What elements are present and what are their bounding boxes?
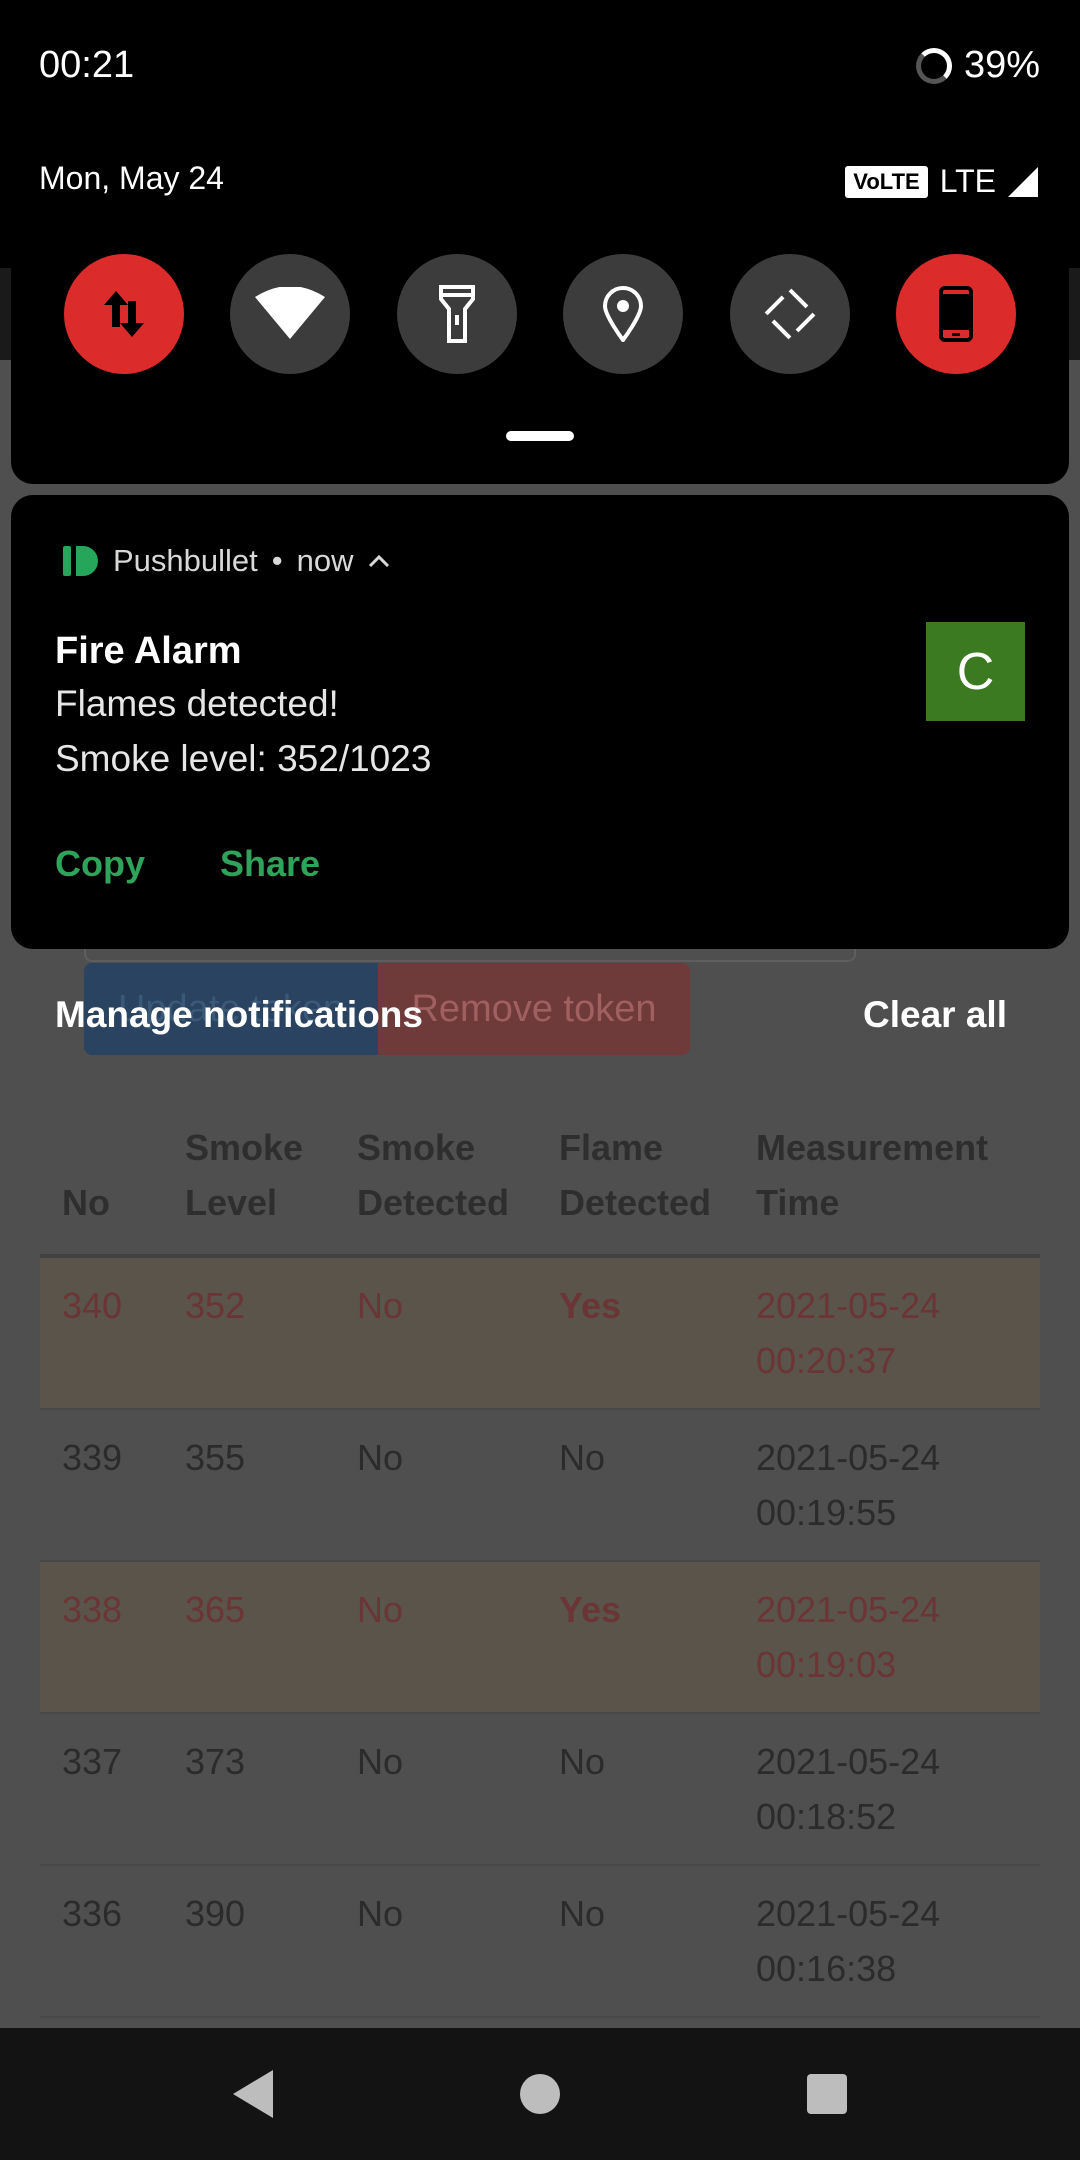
table-row: 336 390 No No 2021-05-24 00:16:38 — [40, 1865, 1040, 2018]
quick-tiles — [64, 254, 1016, 374]
date-label[interactable]: Mon, May 24 — [39, 160, 224, 197]
flashlight-tile[interactable] — [396, 254, 517, 374]
status-time: 00:21 — [39, 44, 135, 86]
column-header-smoke-detected: Smoke Detected — [335, 1110, 537, 1258]
cell-smoke-detected: No — [335, 1256, 537, 1410]
notification-text-line: Flames detected! — [55, 683, 339, 724]
sender-avatar: C — [926, 622, 1025, 721]
phone-icon — [938, 286, 973, 342]
cell-flame-detected: Yes — [537, 1256, 734, 1410]
notification-time: now — [296, 543, 354, 578]
cell-smoke-level: 390 — [163, 1865, 335, 2018]
notification-card[interactable]: Pushbullet • now Fire Alarm Flames detec… — [11, 495, 1069, 949]
battery-indicator: 39% — [915, 44, 1040, 87]
wifi-tile[interactable] — [230, 254, 351, 374]
share-button[interactable]: Share — [220, 843, 320, 885]
battery-icon — [915, 47, 952, 84]
back-icon[interactable] — [233, 2070, 274, 2118]
cell-flame-detected: Yes — [537, 1561, 734, 1714]
table-row: 337 373 No No 2021-05-24 00:18:52 — [40, 1713, 1040, 1866]
cell-smoke-detected: No — [335, 1713, 537, 1866]
notification-app-name: Pushbullet — [113, 543, 258, 578]
home-icon[interactable] — [519, 2074, 560, 2114]
notification-separator: • — [271, 543, 283, 578]
column-header-no: No — [40, 1110, 163, 1258]
chevron-up-icon[interactable] — [368, 554, 390, 568]
network-type: LTE — [939, 163, 996, 199]
cell-smoke-detected: No — [335, 1865, 537, 2018]
cell-no: 338 — [40, 1561, 163, 1714]
cell-flame-detected: No — [537, 1409, 734, 1562]
pushbullet-icon — [63, 545, 99, 577]
cell-smoke-detected: No — [335, 1409, 537, 1562]
table-row: 340 352 No Yes 2021-05-24 00:20:37 — [40, 1256, 1040, 1410]
cell-smoke-level: 365 — [163, 1561, 335, 1714]
notification-title: Fire Alarm — [55, 630, 242, 672]
notification-text-line: Smoke level: 352/1023 — [55, 738, 432, 779]
phone-tile[interactable] — [895, 254, 1016, 374]
cell-measurement-time: 2021-05-24 00:19:55 — [734, 1409, 1040, 1562]
notification-header[interactable]: Pushbullet • now — [63, 543, 390, 579]
cell-no: 337 — [40, 1713, 163, 1866]
cell-flame-detected: No — [537, 1865, 734, 2018]
table-row: 338 365 No Yes 2021-05-24 00:19:03 — [40, 1561, 1040, 1714]
shade-drag-handle[interactable] — [506, 431, 574, 441]
table-row: 339 355 No No 2021-05-24 00:19:55 — [40, 1409, 1040, 1562]
location-tile[interactable] — [563, 254, 684, 374]
cell-smoke-level: 355 — [163, 1409, 335, 1562]
flashlight-icon — [438, 285, 475, 343]
measurements-table: No Smoke Level Smoke Detected Flame Dete… — [40, 1110, 1040, 2018]
manage-notifications-button[interactable]: Manage notifications — [55, 994, 423, 1036]
navigation-bar — [0, 2028, 1080, 2160]
cell-smoke-level: 352 — [163, 1256, 335, 1410]
auto-rotate-icon — [762, 287, 817, 341]
cell-smoke-level: 373 — [163, 1713, 335, 1866]
cell-measurement-time: 2021-05-24 00:20:37 — [734, 1256, 1040, 1410]
cell-measurement-time: 2021-05-24 00:16:38 — [734, 1865, 1040, 2018]
copy-button[interactable]: Copy — [55, 843, 145, 885]
mobile-data-tile[interactable] — [64, 254, 184, 374]
clear-all-button[interactable]: Clear all — [863, 994, 1007, 1036]
table-header-row: No Smoke Level Smoke Detected Flame Dete… — [40, 1110, 1040, 1258]
auto-rotate-tile[interactable] — [729, 254, 850, 374]
volte-icon: VoLTE — [845, 165, 928, 198]
cell-no: 340 — [40, 1256, 163, 1410]
column-header-flame-detected: Flame Detected — [537, 1110, 734, 1258]
cell-measurement-time: 2021-05-24 00:18:52 — [734, 1713, 1040, 1866]
cell-flame-detected: No — [537, 1713, 734, 1866]
cell-smoke-detected: No — [335, 1561, 537, 1714]
mobile-data-icon — [104, 291, 144, 337]
cell-no: 336 — [40, 1865, 163, 2018]
wifi-icon — [255, 287, 326, 339]
cell-no: 339 — [40, 1409, 163, 1562]
signal-icon — [1008, 166, 1038, 197]
column-header-measurement-time: Measurement Time — [734, 1110, 1040, 1258]
network-status: VoLTE LTE — [845, 163, 1038, 200]
column-header-smoke-level: Smoke Level — [163, 1110, 335, 1258]
recents-icon[interactable] — [806, 2074, 847, 2114]
remove-token-button[interactable]: Remove token — [378, 963, 690, 1055]
battery-percent: 39% — [963, 44, 1040, 86]
cell-measurement-time: 2021-05-24 00:19:03 — [734, 1561, 1040, 1714]
location-icon — [603, 286, 644, 342]
